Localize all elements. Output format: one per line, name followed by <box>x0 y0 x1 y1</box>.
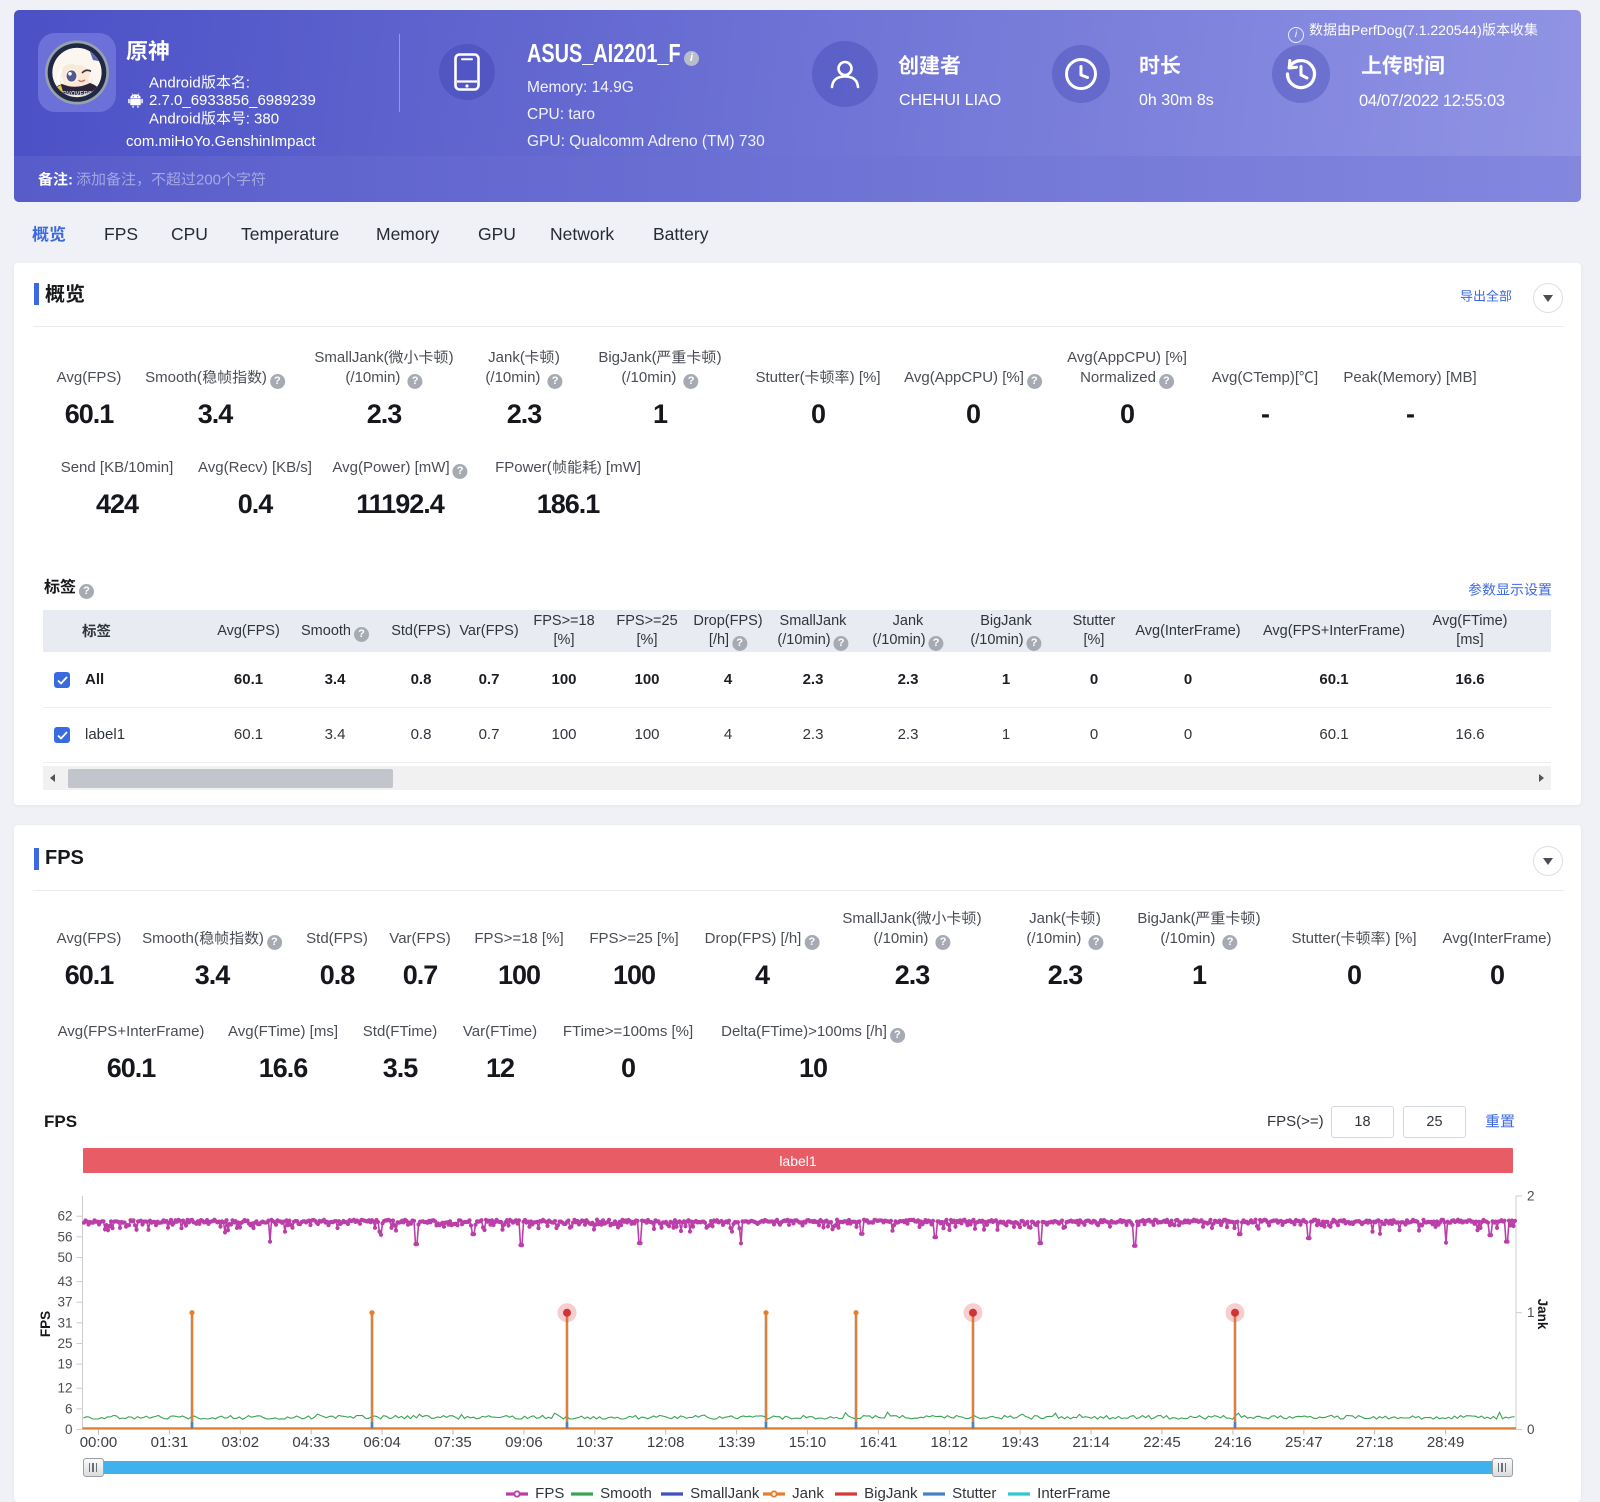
svg-text:12:08: 12:08 <box>647 1434 685 1451</box>
svg-text:56: 56 <box>57 1229 72 1244</box>
svg-text:27:18: 27:18 <box>1356 1434 1394 1451</box>
svg-text:50: 50 <box>57 1250 72 1265</box>
svg-text:15:10: 15:10 <box>789 1434 827 1451</box>
svg-text:16:41: 16:41 <box>860 1434 898 1451</box>
svg-text:22:45: 22:45 <box>1143 1434 1181 1451</box>
svg-text:62: 62 <box>57 1209 72 1224</box>
svg-text:19: 19 <box>57 1357 72 1372</box>
svg-text:43: 43 <box>57 1274 72 1289</box>
svg-text:Jank: Jank <box>1535 1299 1550 1330</box>
svg-text:09:06: 09:06 <box>505 1434 543 1451</box>
svg-text:28:49: 28:49 <box>1427 1434 1465 1451</box>
svg-text:37: 37 <box>57 1295 72 1310</box>
svg-text:0: 0 <box>1527 1422 1535 1437</box>
svg-text:31: 31 <box>57 1315 72 1330</box>
svg-text:2: 2 <box>1527 1188 1535 1203</box>
svg-text:18:12: 18:12 <box>931 1434 969 1451</box>
svg-text:13:39: 13:39 <box>718 1434 756 1451</box>
svg-text:10:37: 10:37 <box>576 1434 614 1451</box>
svg-text:25: 25 <box>57 1336 72 1351</box>
svg-text:01:31: 01:31 <box>151 1434 189 1451</box>
svg-text:06:04: 06:04 <box>363 1434 401 1451</box>
svg-text:24:16: 24:16 <box>1214 1434 1252 1451</box>
svg-text:12: 12 <box>57 1381 72 1396</box>
svg-text:21:14: 21:14 <box>1072 1434 1110 1451</box>
svg-text:04:33: 04:33 <box>292 1434 330 1451</box>
svg-text:25:47: 25:47 <box>1285 1434 1323 1451</box>
svg-text:00:00: 00:00 <box>80 1434 118 1451</box>
svg-text:07:35: 07:35 <box>434 1434 472 1451</box>
svg-text:03:02: 03:02 <box>222 1434 260 1451</box>
svg-text:19:43: 19:43 <box>1001 1434 1039 1451</box>
svg-text:1: 1 <box>1527 1305 1535 1320</box>
svg-text:FPS: FPS <box>38 1311 53 1337</box>
svg-text:0: 0 <box>65 1422 73 1437</box>
svg-text:6: 6 <box>65 1401 73 1416</box>
